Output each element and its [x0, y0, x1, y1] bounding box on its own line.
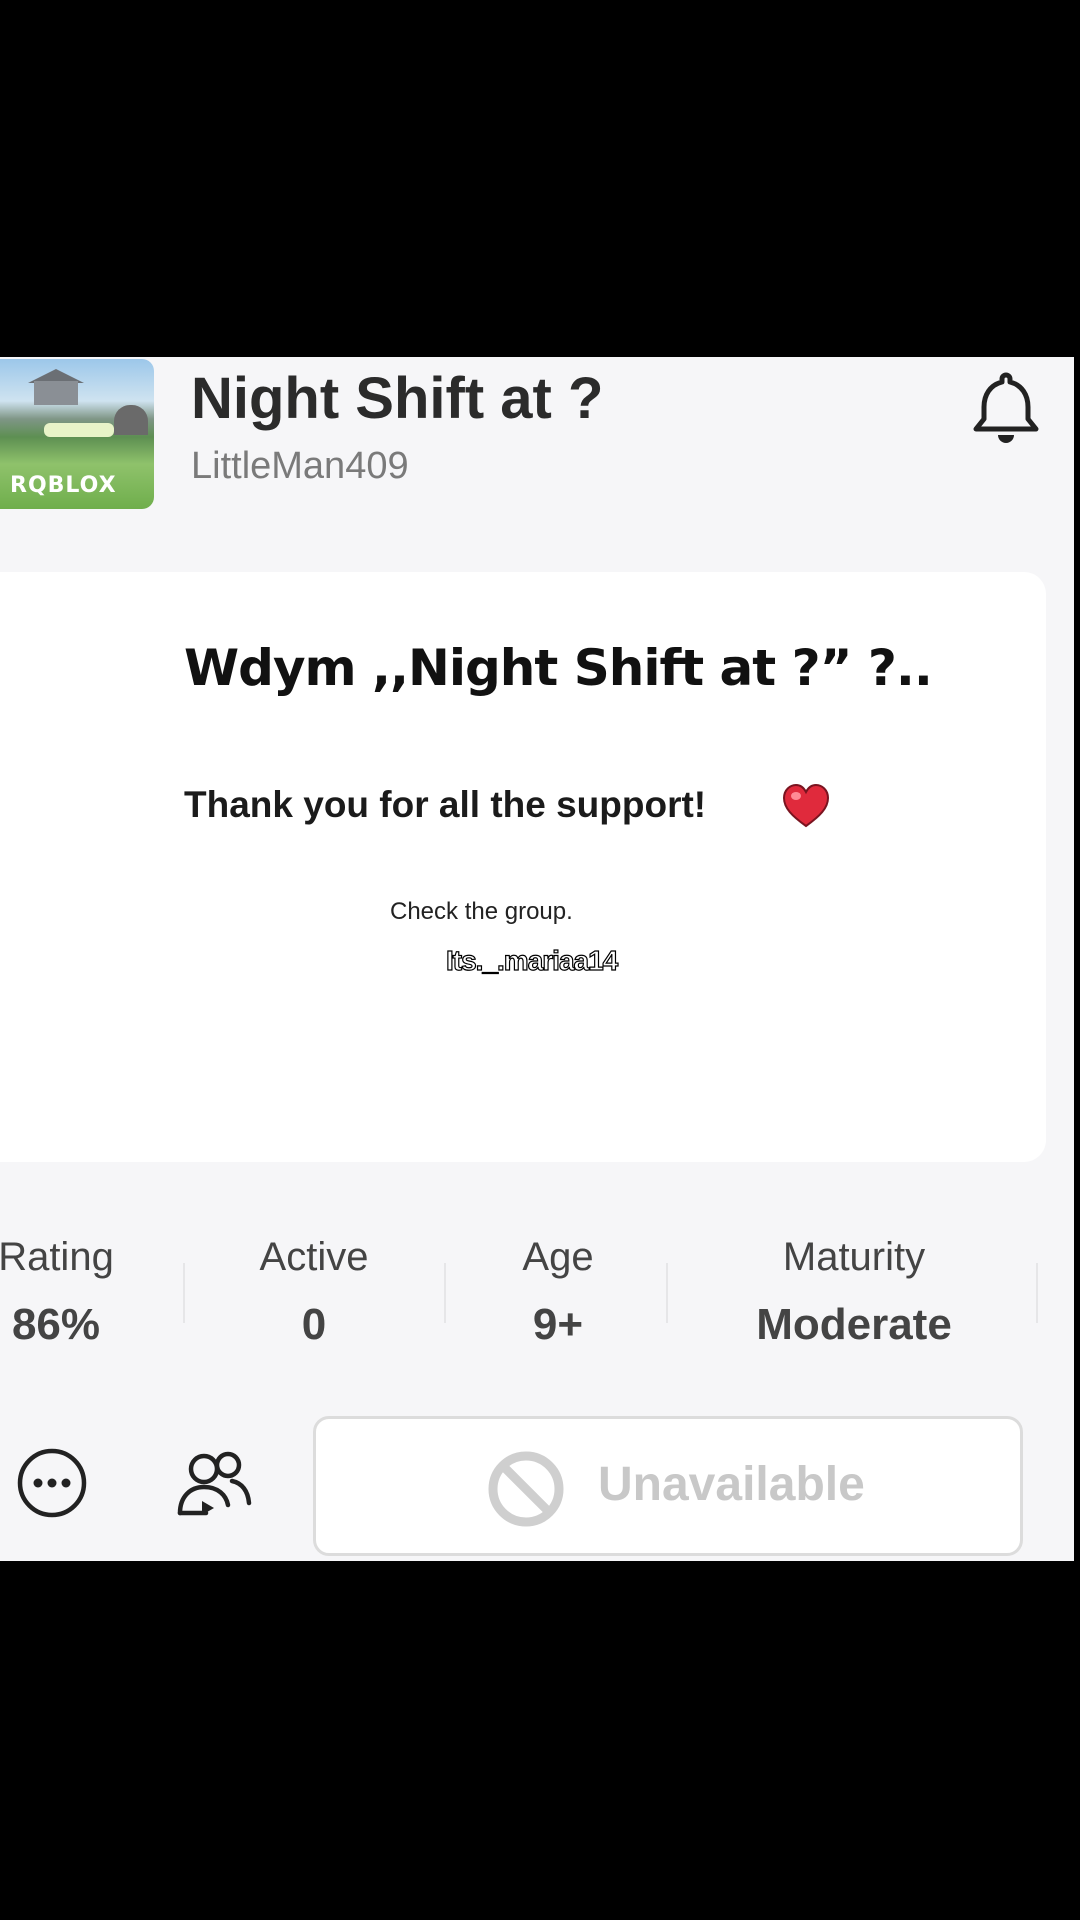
heart-emoji — [782, 784, 830, 828]
party-icon[interactable] — [176, 1447, 254, 1521]
bell-icon[interactable] — [970, 369, 1042, 449]
stat-value: 9+ — [532, 1300, 584, 1349]
creator-name[interactable]: LittleMan409 — [191, 445, 409, 488]
stat-rating: Rating 86% — [0, 1235, 126, 1350]
roblox-logo: RQBLOX — [10, 473, 117, 498]
description-card: Wdym ,,Night Shift at ?” ?.. Thank you f… — [0, 572, 1046, 1162]
stat-maturity: Maturity Moderate — [722, 1235, 986, 1350]
unavailable-button[interactable]: Unavailable — [313, 1416, 1023, 1556]
stat-label: Active — [259, 1235, 369, 1279]
stat-label: Maturity — [782, 1235, 926, 1279]
stat-active: Active 0 — [234, 1235, 394, 1350]
stat-value: Moderate — [756, 1300, 952, 1349]
stat-value: 0 — [301, 1300, 327, 1349]
unavailable-label: Unavailable — [598, 1458, 865, 1511]
stat-divider — [183, 1263, 185, 1323]
stat-label: Age — [522, 1235, 594, 1279]
video-watermark: Its._.mariaa14 — [445, 944, 618, 976]
game-details-screen: RQBLOX Night Shift at ? LittleMan409 Wdy… — [0, 357, 1074, 1561]
description-headline: Wdym ,,Night Shift at ?” ?.. — [184, 639, 933, 697]
stat-value: 86% — [11, 1300, 101, 1349]
stat-divider — [444, 1263, 446, 1323]
description-thanks: Thank you for all the support! — [184, 784, 707, 825]
stat-label: Rating — [0, 1235, 114, 1279]
stat-age: Age 9+ — [498, 1235, 618, 1350]
stat-divider — [666, 1263, 668, 1323]
more-icon[interactable] — [16, 1447, 88, 1519]
game-title: Night Shift at ? — [191, 366, 604, 431]
stat-divider — [1036, 1263, 1038, 1323]
game-thumbnail[interactable]: RQBLOX — [0, 359, 154, 509]
ban-icon — [488, 1451, 564, 1527]
description-note: Check the group. — [390, 898, 573, 925]
